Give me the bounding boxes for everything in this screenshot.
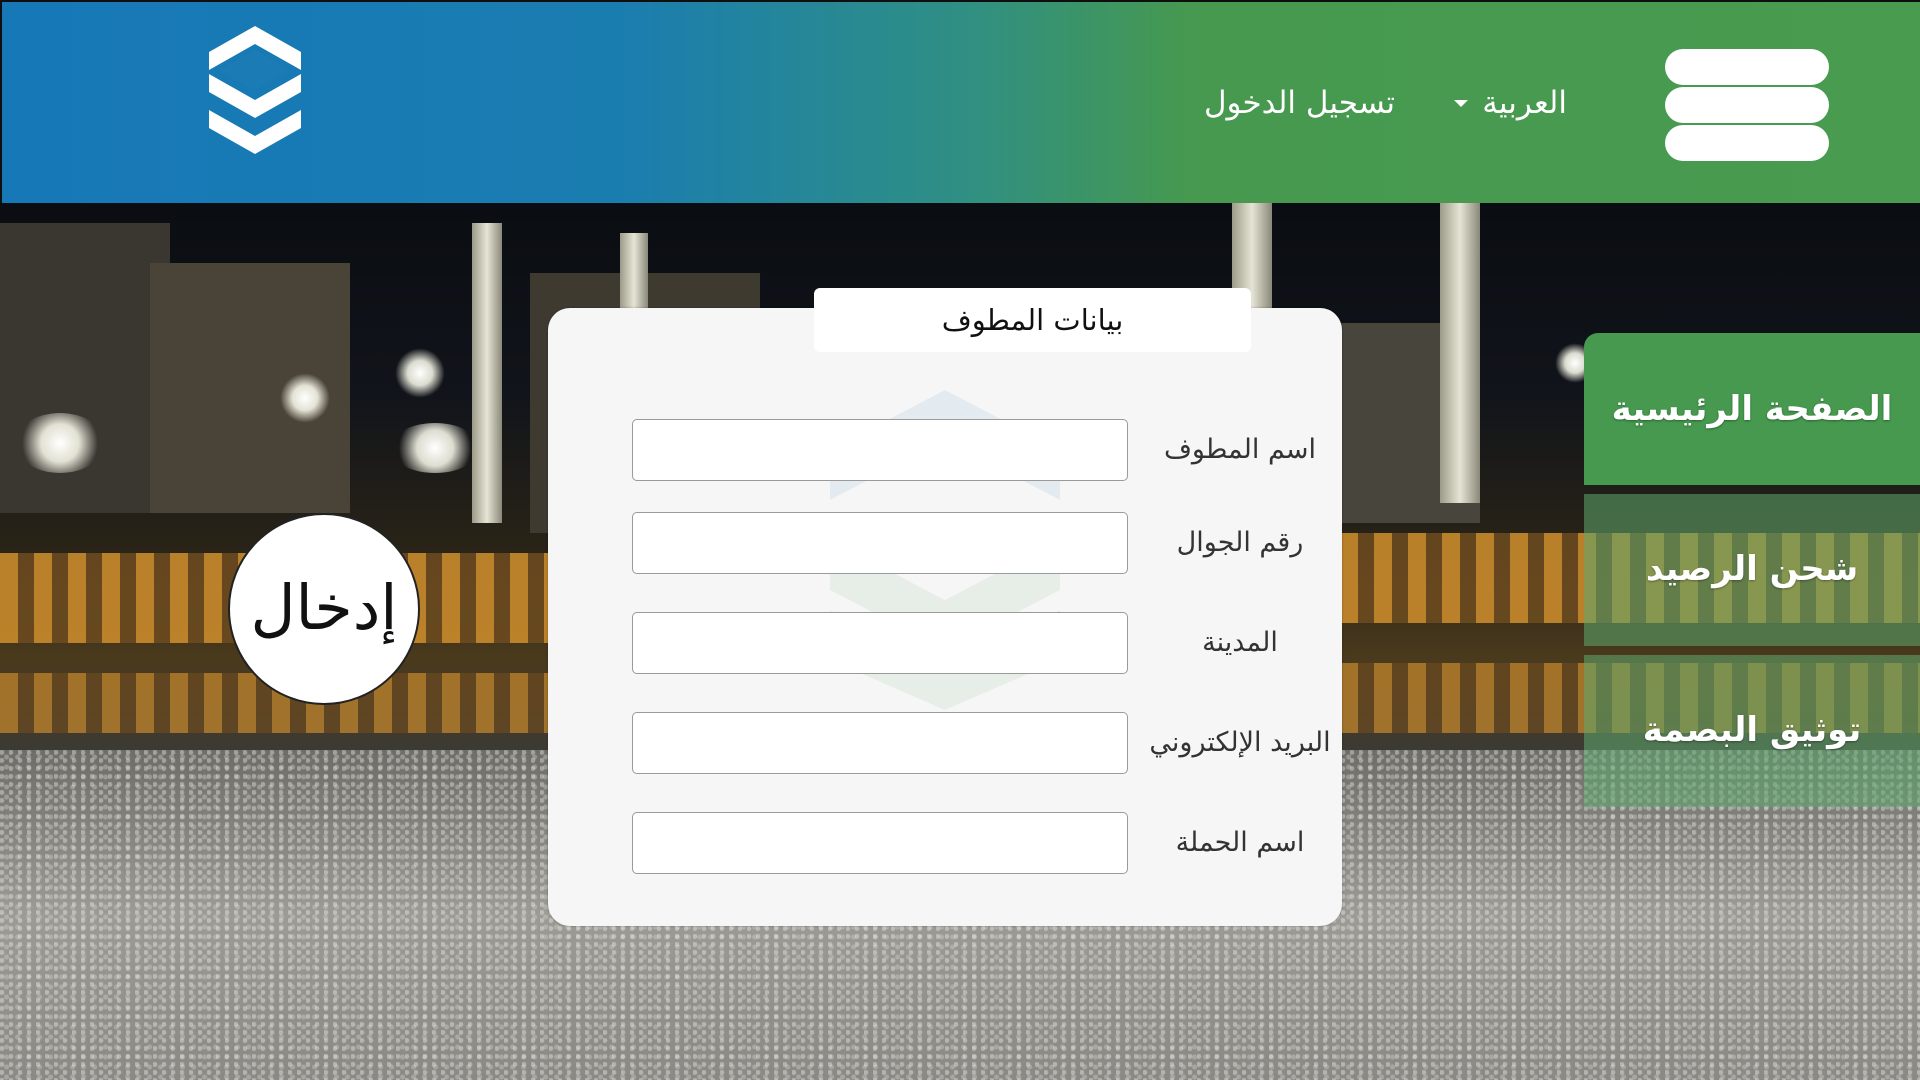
field-row-campaign: اسم الحملة	[632, 812, 1342, 874]
stacked-chevrons-logo-icon[interactable]	[207, 24, 303, 156]
submit-button[interactable]: إدخال	[228, 513, 420, 705]
guide-name-label: اسم المطوف	[1163, 434, 1317, 465]
side-menu-fingerprint-verification[interactable]: توثيق البصمة	[1584, 655, 1920, 807]
mobile-number-input[interactable]	[632, 512, 1128, 574]
campaign-name-label: اسم الحملة	[1175, 827, 1305, 858]
email-label: البريد الإلكتروني	[1149, 727, 1331, 758]
guide-name-input[interactable]	[632, 419, 1128, 481]
top-header: العربية تسجيل الدخول	[0, 0, 1920, 203]
field-row-email: البريد الإلكتروني	[632, 712, 1342, 774]
mobile-number-label: رقم الجوال	[1176, 527, 1304, 558]
city-input[interactable]	[632, 612, 1128, 674]
email-input[interactable]	[632, 712, 1128, 774]
city-label: المدينة	[1202, 627, 1278, 658]
side-menu-home[interactable]: الصفحة الرئيسية	[1584, 333, 1920, 485]
caret-down-icon	[1454, 99, 1469, 107]
language-label: العربية	[1482, 85, 1567, 121]
login-link[interactable]: تسجيل الدخول	[1204, 85, 1395, 121]
form-title: بيانات المطوف	[814, 288, 1251, 352]
language-dropdown[interactable]: العربية	[1454, 85, 1567, 121]
field-row-mobile: رقم الجوال	[632, 512, 1342, 574]
field-row-guide-name: اسم المطوف	[632, 419, 1342, 481]
hamburger-menu-icon[interactable]	[1665, 49, 1829, 161]
side-menu-recharge-balance[interactable]: شحن الرصيد	[1584, 494, 1920, 646]
campaign-name-input[interactable]	[632, 812, 1128, 874]
field-row-city: المدينة	[632, 612, 1342, 674]
